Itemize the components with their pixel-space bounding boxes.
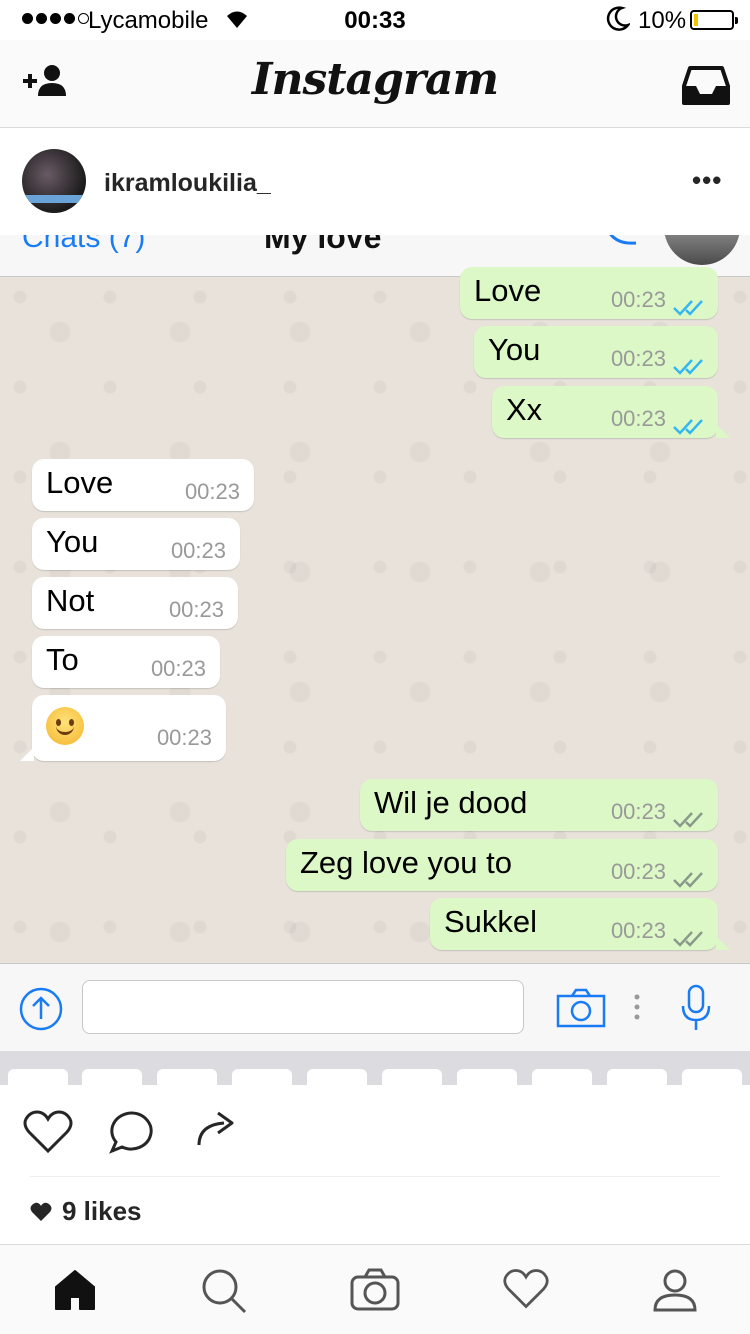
message-text: Love (474, 273, 542, 308)
chats-back-link: Chats (7) (22, 235, 146, 254)
message-bubble-out: Zeg love you to 00:23 (286, 839, 718, 891)
message-bubble-out: Xx 00:23 (492, 386, 730, 438)
smiling-face-icon (46, 707, 84, 745)
status-bar: Lycamobile 00:33 10% (0, 0, 750, 40)
message-text: Not (46, 583, 95, 618)
message-time: 00:23 (156, 725, 212, 750)
chat-title: My love (264, 235, 382, 255)
camera-icon[interactable] (350, 1267, 400, 1316)
whatsapp-input-bar (0, 963, 750, 1051)
image-strip (0, 1051, 750, 1085)
message-text: Zeg love you to (300, 845, 512, 880)
message-time: 00:23 (184, 479, 240, 504)
tab-bar (0, 1244, 750, 1334)
read-ticks-icon (672, 407, 706, 443)
message-text: You (488, 332, 541, 367)
battery-percentage: 10% (638, 7, 687, 34)
message-bubble-out: Love 00:23 (460, 267, 718, 319)
divider (30, 1176, 720, 1177)
message-bubble-in: To 00:23 (32, 636, 220, 688)
message-bubble-in: You 00:23 (32, 518, 240, 570)
contact-avatar (664, 235, 740, 265)
moon-icon (606, 6, 632, 39)
phone-icon (604, 235, 640, 254)
message-time: 00:23 (168, 597, 224, 622)
post-actions (0, 1085, 750, 1177)
likes-label: 9 likes (62, 1196, 142, 1226)
message-text: Xx (506, 392, 543, 427)
like-heart-icon[interactable] (22, 1109, 74, 1160)
message-time: 00:23 (610, 859, 666, 884)
message-bubble-in: Not 00:23 (32, 577, 238, 629)
message-text: Wil je dood (374, 785, 528, 820)
read-ticks-icon (672, 288, 706, 324)
more-options-icon[interactable]: ••• (692, 165, 722, 196)
delivered-ticks-icon (672, 919, 706, 955)
message-time: 00:23 (610, 346, 666, 371)
battery-icon (690, 10, 738, 30)
share-icon[interactable] (196, 1109, 238, 1154)
message-time: 00:23 (610, 406, 666, 431)
more-dots-icon (634, 994, 640, 1025)
message-text: Sukkel (444, 904, 538, 939)
activity-heart-icon[interactable] (502, 1267, 550, 1316)
message-time: 00:23 (610, 287, 666, 312)
camera-icon (556, 988, 606, 1033)
message-time: 00:23 (170, 538, 226, 563)
delivered-ticks-icon (672, 800, 706, 836)
inbox-icon[interactable] (682, 64, 730, 111)
chat-background: Love 00:23 You 00:23 Xx 00:23 Love 00:23… (0, 267, 750, 963)
message-text: To (46, 642, 79, 677)
message-time: 00:23 (610, 799, 666, 824)
message-bubble-out: Wil je dood 00:23 (360, 779, 718, 831)
microphone-icon (680, 984, 712, 1037)
heart-icon (30, 1202, 52, 1221)
message-bubble-in: Love 00:23 (32, 459, 254, 511)
likes-count[interactable]: 9 likes (30, 1196, 142, 1227)
comment-icon[interactable] (108, 1109, 156, 1160)
message-bubble-out: Sukkel 00:23 (430, 898, 730, 950)
upload-icon (18, 986, 64, 1037)
post-image[interactable]: Chats (7) My love Love 00:23 You 00:23 X… (0, 235, 750, 1051)
app-header: Instagram (0, 40, 750, 128)
message-field (82, 980, 524, 1034)
message-bubble-out: You 00:23 (474, 326, 718, 378)
home-icon[interactable] (52, 1267, 98, 1318)
instagram-logo: Instagram (251, 54, 499, 105)
message-text: Love (46, 465, 114, 500)
post-header: ikramloukilia_ ••• (0, 129, 750, 235)
avatar[interactable] (22, 149, 86, 213)
message-time: 00:23 (150, 656, 206, 681)
read-ticks-icon (672, 347, 706, 383)
profile-icon[interactable] (652, 1267, 698, 1318)
search-icon[interactable] (200, 1267, 248, 1320)
post-username[interactable]: ikramloukilia_ (104, 169, 271, 198)
message-text: You (46, 524, 99, 559)
delivered-ticks-icon (672, 860, 706, 896)
message-time: 00:23 (610, 918, 666, 943)
message-bubble-in: 00:23 (20, 695, 226, 761)
